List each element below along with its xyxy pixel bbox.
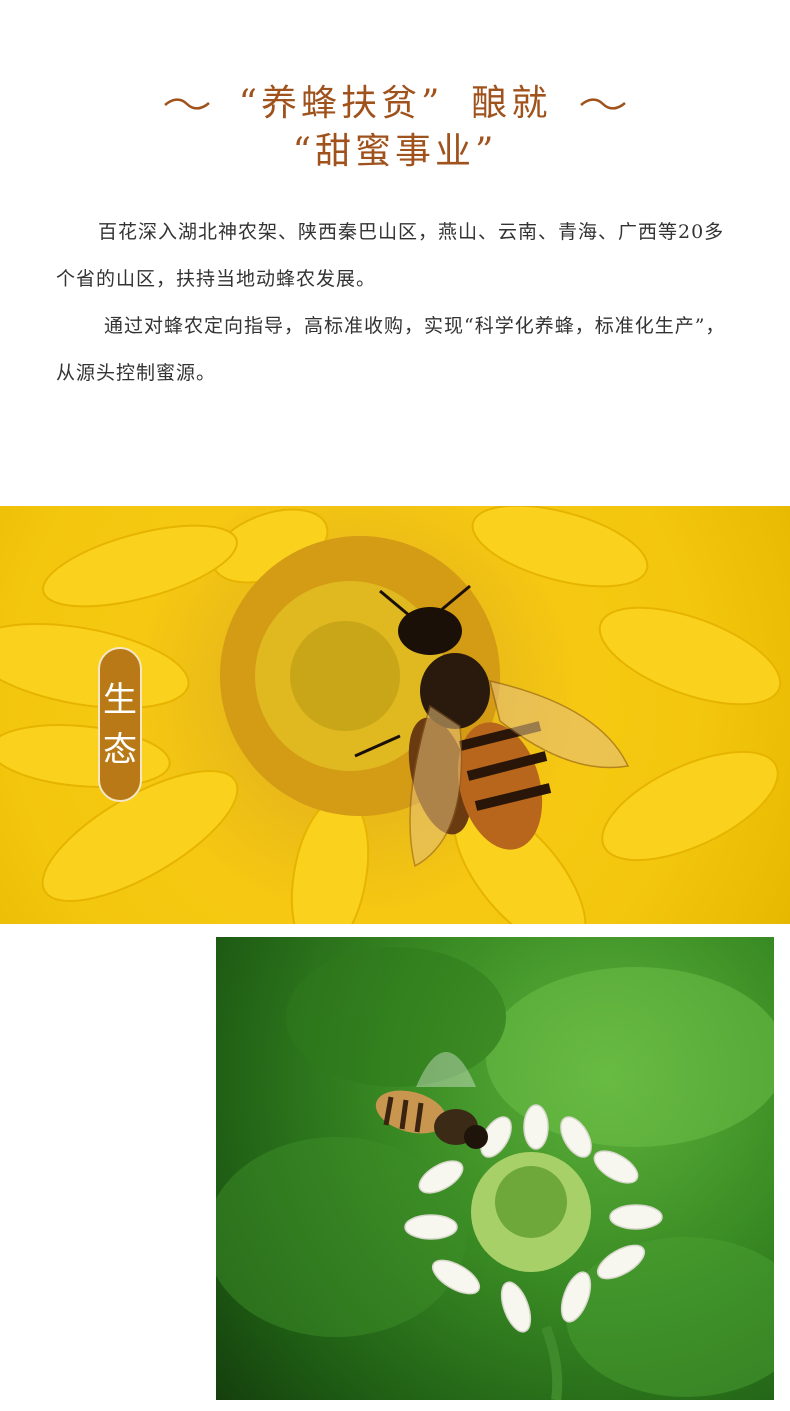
title-line-2: “甜蜜事业”	[292, 131, 498, 172]
title-line-1: “养蜂扶贫” 酿就	[0, 80, 790, 128]
title-block: “养蜂扶贫” 酿就 “甜蜜事业”	[0, 80, 790, 176]
clover-bee-photo	[216, 937, 774, 1400]
paragraph-2: 通过对蜂农定向指导，高标准收购，实现“科学化养蜂，标准化生产”，从源头控制蜜源。	[56, 315, 726, 384]
badge-char-2: 态	[103, 729, 137, 770]
title-quote: “养蜂扶贫”	[238, 83, 444, 124]
paragraph-1: 百花深入湖北神农架、陕西秦巴山区，燕山、云南、青海、广西等20多个省的山区，扶持…	[56, 221, 725, 290]
ecology-badge: 生 态	[98, 647, 142, 802]
left-swirl-ornament	[163, 98, 210, 110]
title-verb: 酿就	[471, 83, 552, 124]
badge-char-1: 生	[103, 679, 137, 720]
clover-bee-illustration	[216, 947, 774, 1400]
right-swirl-ornament	[580, 98, 627, 110]
